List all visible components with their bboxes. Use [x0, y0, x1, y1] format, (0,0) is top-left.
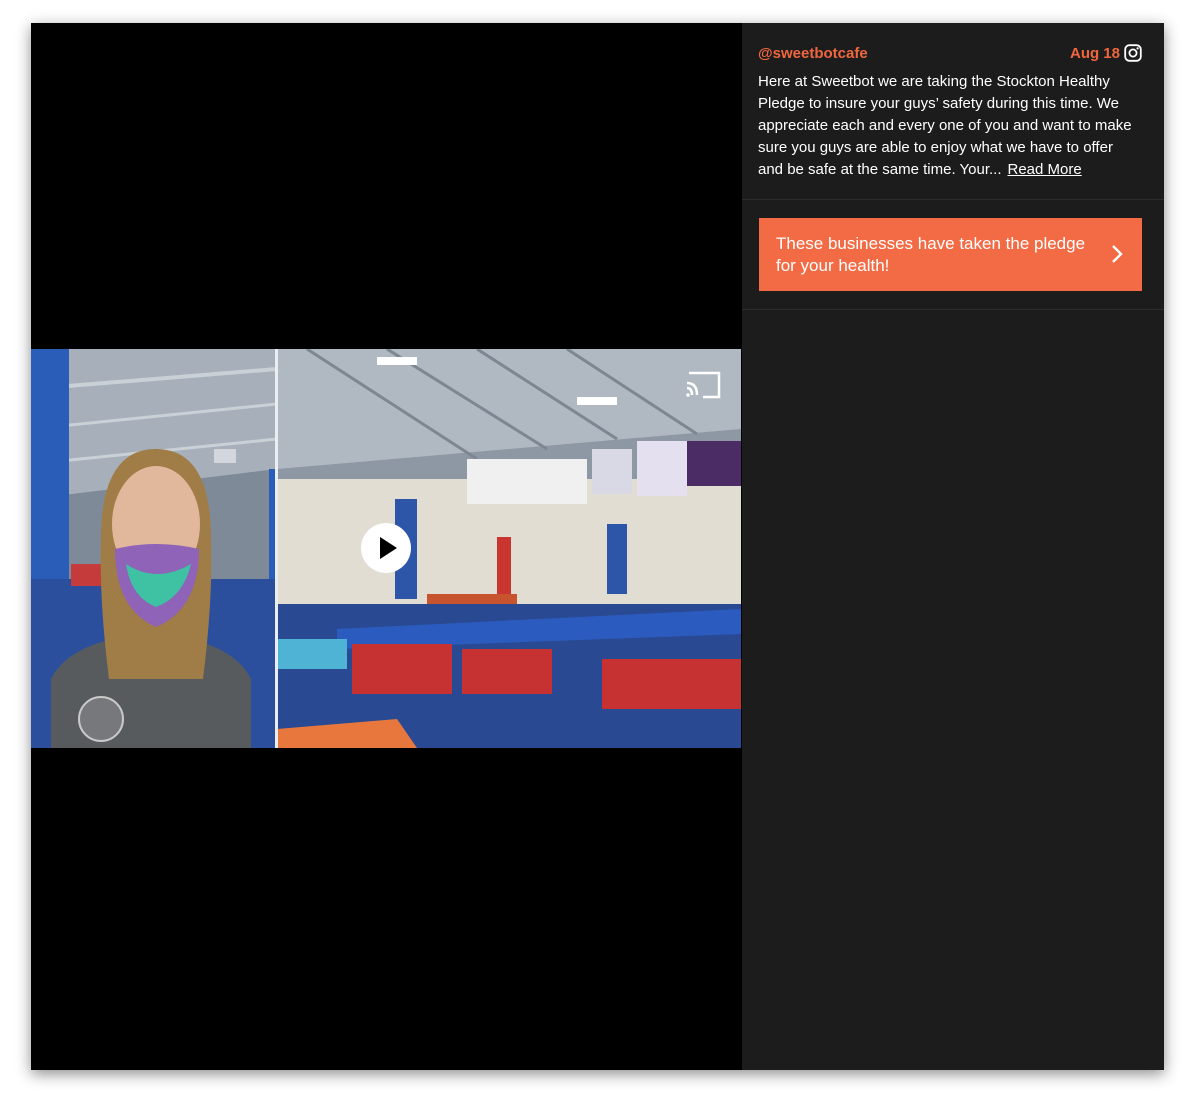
- post-caption: Here at Sweetbot we are taking the Stock…: [758, 71, 1142, 181]
- post-sidebar: @sweetbotcafe Aug 18 Here at Sweetbot we…: [742, 23, 1164, 1070]
- cast-button[interactable]: [683, 369, 725, 403]
- selfie-frame-illustration: [31, 349, 277, 748]
- play-button[interactable]: [361, 523, 411, 573]
- divider: [742, 199, 1164, 200]
- post-header: @sweetbotcafe Aug 18: [758, 44, 1142, 67]
- gym-scene-illustration: [277, 349, 741, 748]
- read-more-link[interactable]: Read More: [1008, 161, 1082, 178]
- divider: [742, 309, 1164, 310]
- play-icon: [380, 537, 397, 559]
- post-username[interactable]: @sweetbotcafe: [758, 45, 868, 62]
- chevron-right-icon: [1112, 245, 1123, 263]
- video-split-left: [31, 349, 277, 748]
- cast-icon: [686, 371, 721, 399]
- pledge-button-label: These businesses have taken the pledge f…: [776, 234, 1086, 275]
- video-player[interactable]: [31, 349, 741, 748]
- pledge-businesses-button[interactable]: These businesses have taken the pledge f…: [759, 218, 1142, 291]
- post-date: Aug 18: [1069, 45, 1120, 62]
- video-split-divider: [275, 349, 278, 748]
- video-split-right: [277, 349, 741, 748]
- instagram-icon[interactable]: [1124, 44, 1142, 62]
- media-pane: [31, 23, 742, 1070]
- post-viewer-modal: @sweetbotcafe Aug 18 Here at Sweetbot we…: [31, 23, 1164, 1070]
